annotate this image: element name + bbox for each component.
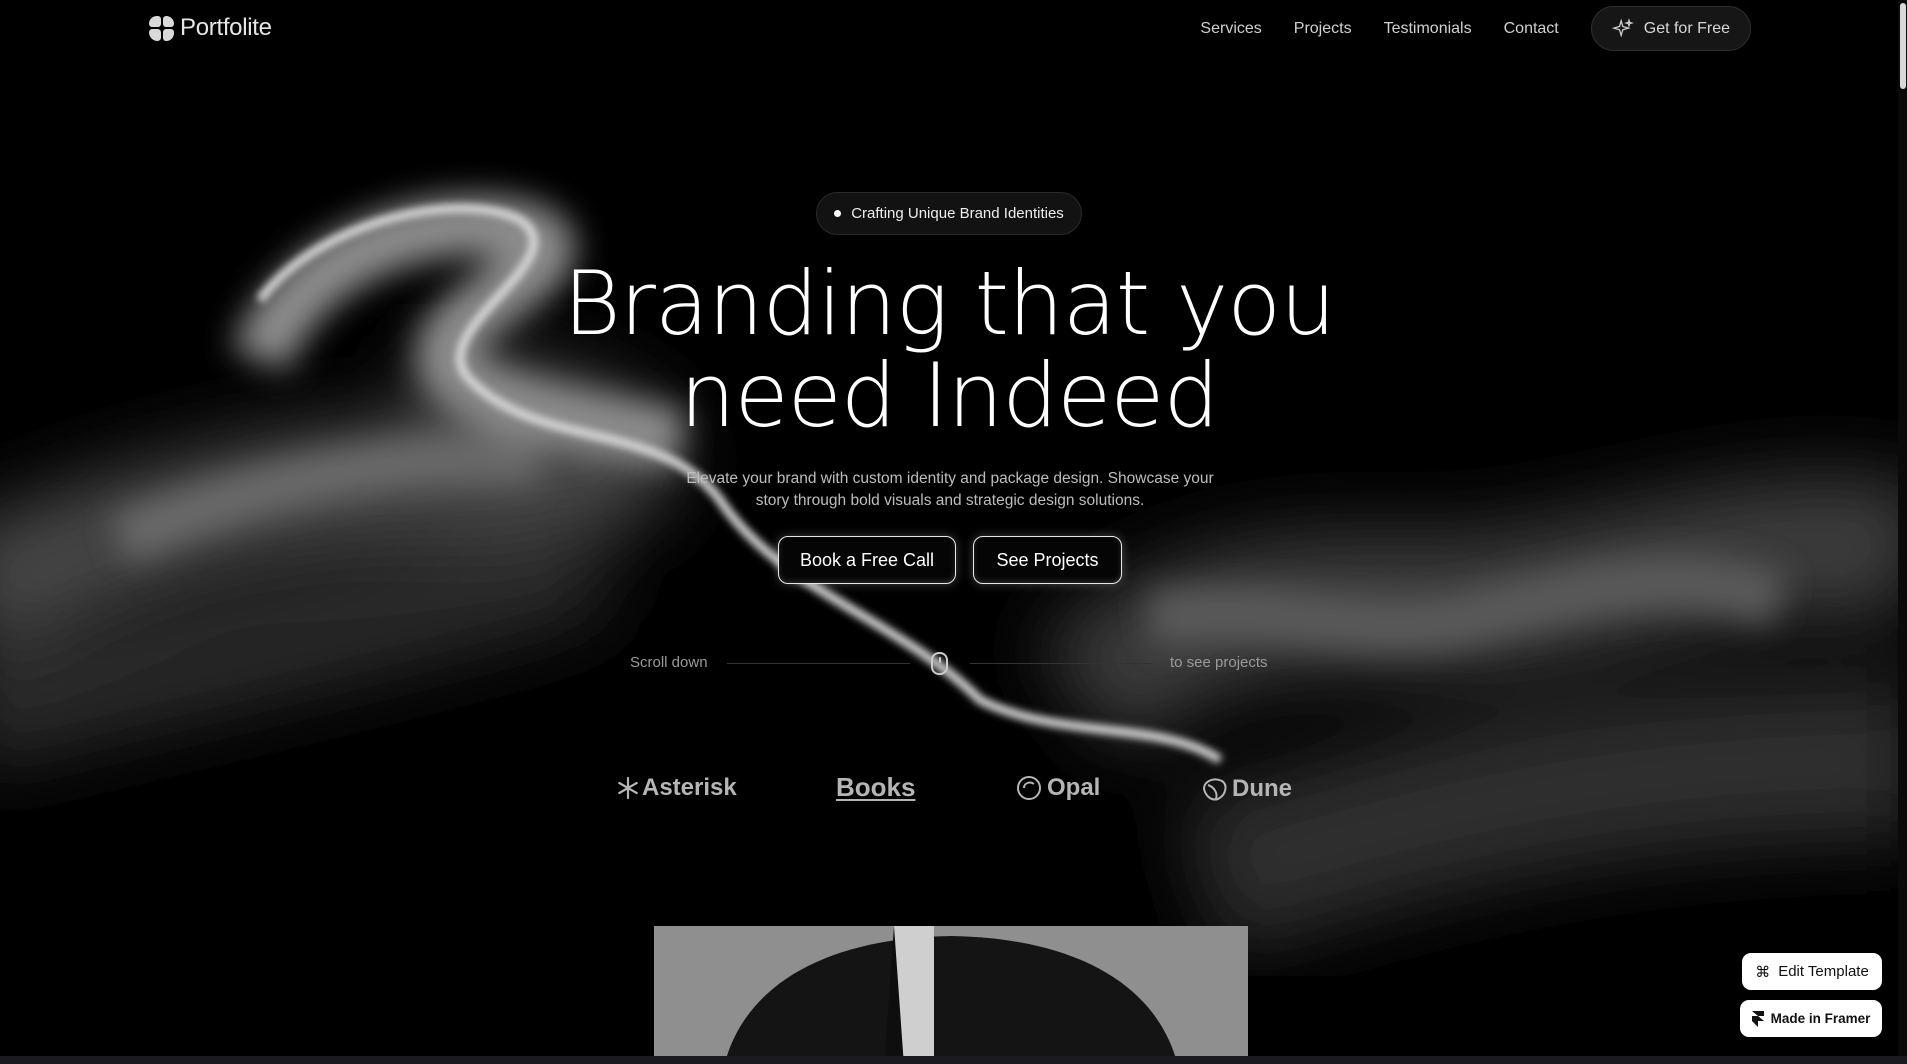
see-projects-text: to see projects (1170, 654, 1268, 671)
page-scrollbar[interactable] (1898, 0, 1907, 1056)
logo-dune: Dune (1200, 775, 1292, 803)
asterisk-icon (618, 776, 638, 800)
tagline-text: Crafting Unique Brand Identities (851, 205, 1064, 222)
made-in-framer-label: Made in Framer (1770, 1011, 1871, 1026)
framer-icon (1751, 1010, 1764, 1027)
top-navigation: Portfolite Services Projects Testimonial… (0, 0, 1907, 58)
edit-template-label: Edit Template (1778, 963, 1869, 980)
nav-links: Services Projects Testimonials Contact G… (1200, 6, 1751, 51)
logo-icon (149, 15, 174, 41)
logo-asterisk-text: Asterisk (642, 774, 737, 801)
scroll-indicator: Scroll down to see projects (0, 652, 1907, 675)
client-logos: Asterisk Books Opal Dune (0, 770, 1907, 806)
sparkle-icon (1611, 17, 1634, 38)
page: Portfolite Services Projects Testimonial… (0, 0, 1907, 1064)
logo-books: Books (836, 772, 915, 803)
logo-opal: Opal (1015, 774, 1100, 802)
brand-logo[interactable]: Portfolite (149, 14, 272, 42)
headline-line-1: Branding that you (563, 252, 1336, 355)
get-for-free-label: Get for Free (1643, 19, 1730, 37)
bottom-bar (0, 1056, 1907, 1064)
portrait-image (654, 926, 1248, 1064)
headline-line-2: need Indeed (679, 344, 1220, 447)
nav-link-contact[interactable]: Contact (1504, 20, 1559, 38)
command-icon: ⌘ (1755, 963, 1771, 981)
get-for-free-button[interactable]: Get for Free (1590, 6, 1751, 51)
brand-name: Portfolite (180, 14, 272, 41)
hero-subtitle: Elevate your brand with custom identity … (686, 470, 1214, 509)
divider-line-right (970, 663, 1153, 664)
hero-headline: Branding that you need Indeed (0, 258, 1898, 442)
smoke-background (0, 195, 1907, 957)
logo-dune-text: Dune (1232, 775, 1292, 802)
scrollbar-thumb[interactable] (1900, 3, 1906, 89)
edit-template-button[interactable]: ⌘ Edit Template (1742, 953, 1882, 990)
see-projects-button[interactable]: See Projects (973, 536, 1122, 584)
tagline-pill: Crafting Unique Brand Identities (816, 192, 1082, 235)
logo-opal-text: Opal (1047, 774, 1101, 801)
mouse-icon (931, 652, 948, 675)
project-preview-image[interactable] (654, 926, 1248, 1064)
nav-link-testimonials[interactable]: Testimonials (1384, 20, 1472, 38)
book-free-call-button[interactable]: Book a Free Call (778, 536, 956, 584)
nav-link-services[interactable]: Services (1200, 20, 1261, 38)
logo-asterisk: Asterisk (616, 774, 737, 802)
nav-link-projects[interactable]: Projects (1294, 20, 1352, 38)
dot-icon (834, 210, 842, 217)
opal-icon (1017, 776, 1041, 800)
divider-line-left (727, 663, 910, 664)
made-in-framer-badge[interactable]: Made in Framer (1740, 1000, 1882, 1037)
scroll-down-text: Scroll down (630, 654, 708, 671)
dune-icon (1202, 778, 1227, 801)
logo-books-text: Books (836, 772, 916, 802)
